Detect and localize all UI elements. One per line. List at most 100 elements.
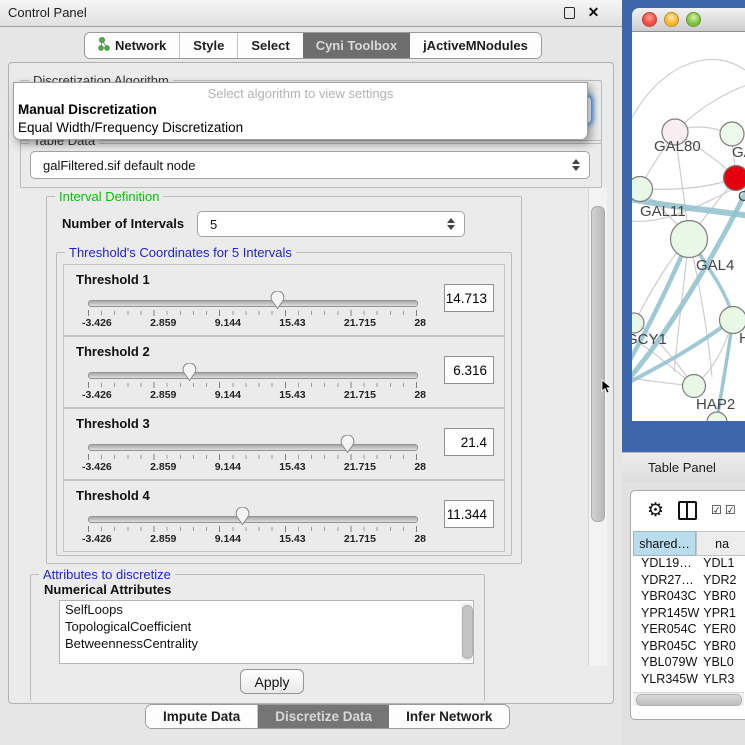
minimize-traffic-light-icon[interactable]: [664, 12, 679, 27]
tab-select[interactable]: Select: [238, 33, 302, 58]
table-row[interactable]: YLR345WYLR3: [633, 672, 745, 689]
table-row[interactable]: YBL079WYBL0: [633, 655, 745, 672]
tab-impute-data-label: Impute Data: [163, 709, 240, 724]
table-row[interactable]: YDL19…YDL1: [633, 556, 745, 573]
threshold-value-field[interactable]: 21.4: [444, 428, 494, 456]
table-panel-titlebar: Table Panel: [622, 452, 745, 484]
gear-icon[interactable]: ⚙: [647, 501, 664, 520]
apply-button[interactable]: Apply: [240, 669, 304, 694]
panel-title: Control Panel: [8, 5, 87, 20]
column-header-name[interactable]: na: [696, 531, 745, 556]
label-gal80: GAL80: [654, 138, 701, 155]
table-panel-title: Table Panel: [648, 460, 716, 475]
node-top-right[interactable]: [720, 122, 744, 146]
network-window-titlebar[interactable]: [632, 8, 745, 32]
threshold-slider[interactable]: -3.4262.8599.14415.4321.71528: [88, 363, 416, 393]
select-column-checkbox-icon[interactable]: ☑: [725, 503, 735, 517]
tab-discretize-data[interactable]: Discretize Data: [258, 705, 389, 728]
close-icon: ✕: [588, 4, 600, 20]
table-row[interactable]: YBR043CYBR0: [633, 589, 745, 606]
table-row[interactable]: YDR27…YDR2: [633, 573, 745, 590]
slider-track[interactable]: [88, 372, 418, 379]
threshold-slider[interactable]: -3.4262.8599.14415.4321.71528: [88, 435, 416, 465]
popup-option-manual-discretization[interactable]: Manual Discretization: [16, 101, 578, 118]
slider-axis-labels: -3.4262.8599.14415.4321.71528: [82, 317, 426, 329]
threshold-value-field[interactable]: 11.344: [444, 500, 494, 528]
threshold-slider[interactable]: -3.4262.8599.14415.4321.71528: [88, 291, 416, 321]
tab-style[interactable]: Style: [180, 33, 238, 58]
apply-button-label: Apply: [254, 674, 289, 690]
network-canvas[interactable]: GAL80 GA C GAL11 GAL4 GCY1 H HAP2: [632, 32, 745, 421]
slider-track[interactable]: [88, 300, 418, 307]
tab-style-label: Style: [193, 38, 224, 53]
scrollbar-thumb[interactable]: [636, 694, 742, 706]
threshold-label: Threshold 1: [76, 272, 150, 287]
close-button[interactable]: ✕: [586, 5, 601, 20]
list-item[interactable]: TopologicalCoefficient: [60, 618, 473, 635]
popup-option-equal-width-frequency[interactable]: Equal Width/Frequency Discretization: [16, 119, 578, 136]
settings-vertical-scrollbar[interactable]: [588, 188, 607, 666]
tab-discretize-data-label: Discretize Data: [275, 709, 372, 724]
list-item[interactable]: SelfLoops: [60, 601, 473, 618]
slider-thumb[interactable]: [270, 291, 285, 310]
label-h-partial: H: [739, 330, 745, 347]
close-traffic-light-icon[interactable]: [642, 12, 657, 27]
network-icon: [98, 37, 110, 54]
slider-ticks: [88, 382, 417, 388]
threshold-slider[interactable]: -3.4262.8599.14415.4321.71528: [88, 507, 416, 537]
split-columns-icon[interactable]: [678, 501, 697, 520]
scrollbar-thumb[interactable]: [462, 605, 473, 659]
label-gal11: GAL11: [640, 203, 686, 220]
slider-track[interactable]: [88, 516, 418, 523]
node-gal4[interactable]: [671, 221, 708, 258]
list-vertical-scrollbar[interactable]: [461, 603, 472, 661]
table-row[interactable]: YIL052CYIL0: [633, 688, 745, 689]
table-data-combobox[interactable]: galFiltered.sif default node: [30, 151, 590, 179]
threshold-row: Threshold 4 -3.4262.8599.14415.4321.7152…: [63, 480, 505, 552]
control-panel-titlebar: Control Panel ✕: [0, 0, 622, 27]
threshold-value-field[interactable]: 14.713: [444, 284, 494, 312]
mouse-cursor: [601, 379, 613, 400]
slider-thumb[interactable]: [182, 363, 197, 382]
threshold-row: Threshold 2 -3.4262.8599.14415.4321.7152…: [63, 336, 505, 408]
slider-track[interactable]: [88, 444, 418, 451]
thresholds-group-legend: Threshold's Coordinates for 5 Intervals: [65, 245, 296, 260]
select-all-checkbox-icon[interactable]: ☑: [711, 503, 721, 517]
node-bottom[interactable]: [707, 412, 727, 421]
slider-axis-labels: -3.4262.8599.14415.4321.71528: [82, 389, 426, 401]
zoom-traffic-light-icon[interactable]: [686, 12, 701, 27]
number-of-intervals-label: Number of Intervals: [62, 216, 184, 231]
tab-jactivemnodules[interactable]: jActiveMNodules: [410, 33, 541, 58]
numerical-attributes-list[interactable]: SelfLoops TopologicalCoefficient Between…: [59, 600, 474, 664]
table-row[interactable]: YER054CYER0: [633, 622, 745, 639]
network-view-window: GAL80 GA C GAL11 GAL4 GCY1 H HAP2: [622, 0, 745, 452]
slider-axis-labels: -3.4262.8599.14415.4321.71528: [82, 461, 426, 473]
number-of-intervals-value: 5: [198, 217, 442, 232]
list-item[interactable]: BetweennessCentrality: [60, 635, 473, 652]
table-row[interactable]: YPR145WYPR1: [633, 606, 745, 623]
node-selected-red[interactable]: [724, 166, 745, 191]
node-gal11[interactable]: [632, 177, 653, 202]
float-window-button[interactable]: [562, 5, 577, 20]
node-gcy1[interactable]: [632, 313, 644, 333]
table-data-value: galFiltered.sif default node: [31, 158, 567, 173]
threshold-value-field[interactable]: 6.316: [444, 356, 494, 384]
scrollbar-thumb[interactable]: [591, 206, 605, 522]
bottom-tab-bar: Impute Data Discretize Data Infer Networ…: [145, 704, 510, 729]
table-horizontal-scrollbar[interactable]: [633, 692, 744, 706]
slider-thumb[interactable]: [340, 435, 355, 454]
slider-thumb[interactable]: [235, 507, 250, 526]
tab-infer-network[interactable]: Infer Network: [389, 705, 509, 728]
attributes-legend: Attributes to discretize: [39, 567, 175, 582]
node-hap2[interactable]: [683, 375, 706, 398]
number-of-intervals-spinner[interactable]: 5: [197, 211, 465, 237]
table-panel-content: ⚙ ☑ ☑ shared… na YDL19…YDL1 YDR27…YDR2 Y…: [630, 490, 745, 720]
threshold-label: Threshold 3: [76, 416, 150, 431]
interval-definition-legend: Interval Definition: [55, 189, 163, 204]
column-header-shared-name[interactable]: shared…: [633, 531, 696, 556]
table-row[interactable]: YBR045CYBR0: [633, 639, 745, 656]
combobox-arrows-icon: [567, 159, 585, 171]
tab-impute-data[interactable]: Impute Data: [146, 705, 258, 728]
tab-network[interactable]: Network: [85, 33, 180, 58]
tab-cyni-toolbox[interactable]: Cyni Toolbox: [303, 33, 410, 58]
